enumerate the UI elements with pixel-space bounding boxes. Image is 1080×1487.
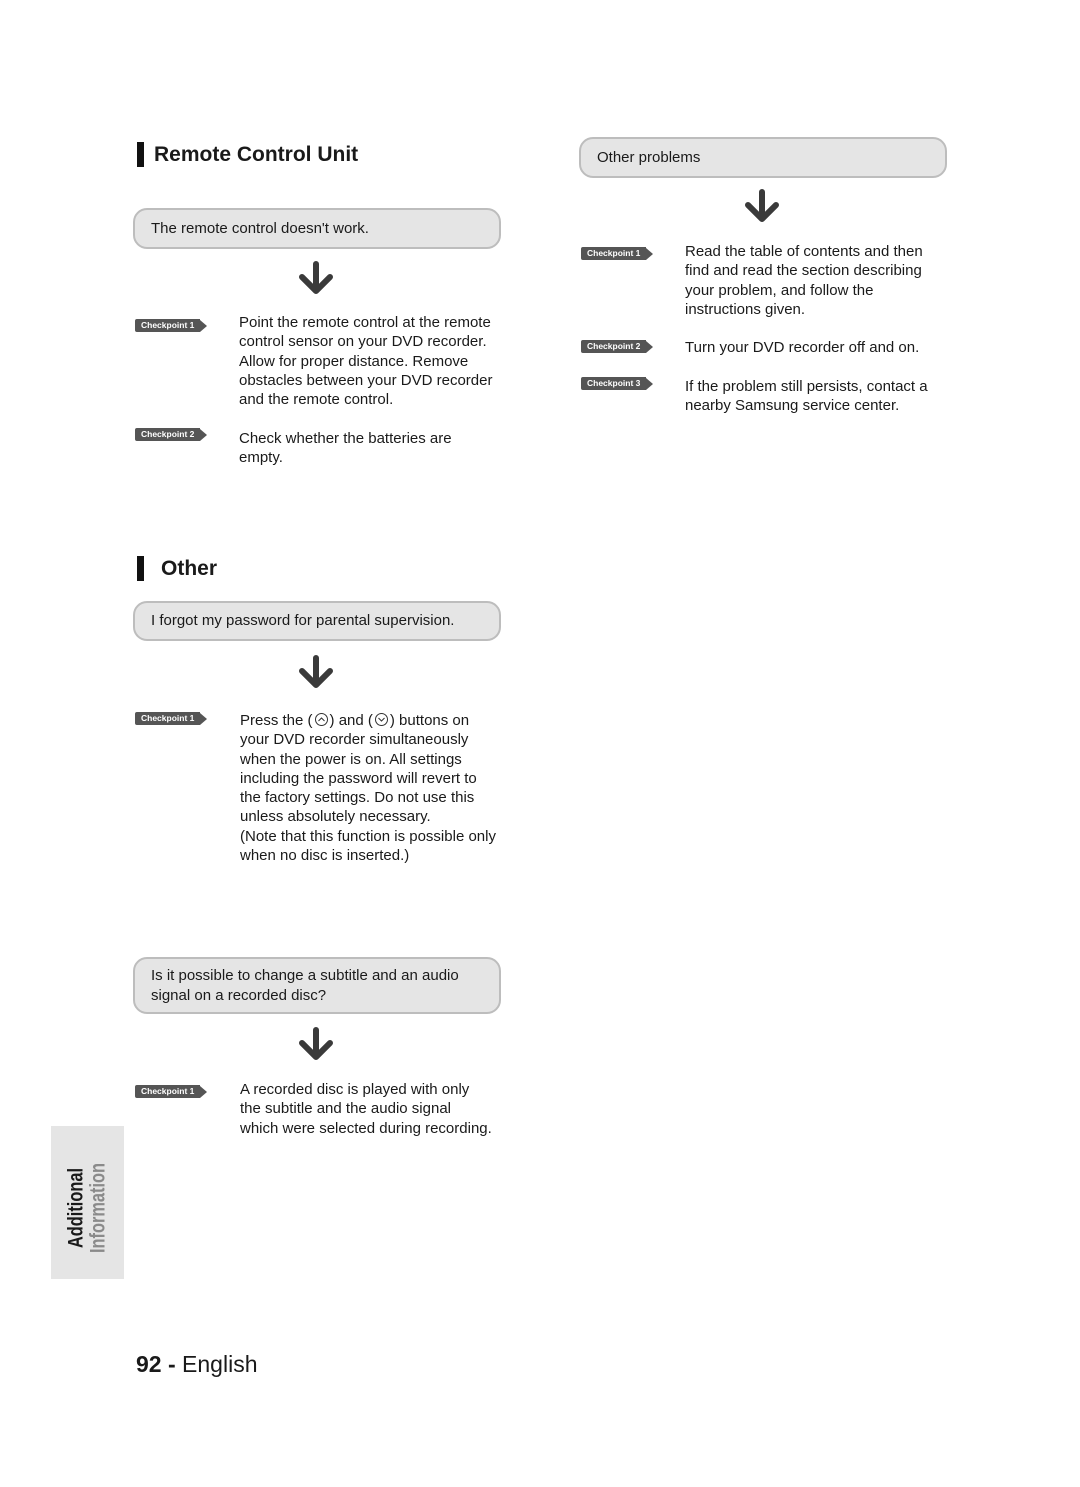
checkpoint-badge: Checkpoint 2 [135,428,208,441]
checkpoint-label: Checkpoint 2 [135,428,201,441]
text-line: Read the table of contents and then [685,243,923,260]
page-number: 92 [136,1351,162,1377]
checkpoint-label: Checkpoint 1 [135,1085,201,1098]
problem-box-other-problems: Other problems [579,137,947,178]
text-fragment: ) buttons on [389,712,470,729]
checkpoint-badge: Checkpoint 1 [135,319,208,332]
problem-text: I forgot my password for parental superv… [151,612,455,630]
problem-text: Other problems [597,148,701,166]
section-title-other: Other [137,556,217,581]
text-line: including the password will revert to [240,769,477,787]
badge-arrow-tip [646,377,654,390]
text-line: A recorded disc is played with only [240,1081,470,1098]
text-line: Turn your DVD recorder off and on. [685,339,920,356]
text-fragment: Press the ( [240,712,313,729]
checkpoint-text: If the problem still persists, contact a… [685,377,928,416]
checkpoint-badge: Checkpoint 2 [581,340,654,353]
chapter-label: Additional Information [64,1132,110,1285]
chapter-label-line2: Information [86,1162,110,1254]
text-line: control sensor on your DVD recorder. [239,333,487,351]
section-title-text: Other [161,556,218,580]
page-footer: 92 - English [136,1350,257,1378]
text-line: which were selected during recording. [240,1119,492,1137]
checkpoint-badge: Checkpoint 3 [581,377,654,390]
chapter-side-tab: Additional Information [51,1126,124,1279]
checkpoint-label: Checkpoint 1 [581,247,647,260]
chapter-label-line1: Additional [64,1167,88,1249]
badge-arrow-tip [646,340,654,353]
section-marker [137,556,144,581]
text-line: when no disc is inserted.) [240,847,410,865]
text-line: and the remote control. [239,391,394,409]
arrow-down-icon [299,655,333,688]
up-button-icon [314,713,328,726]
badge-arrow-tip [200,1085,208,1098]
problem-box-remote: The remote control doesn't work. [133,208,501,249]
section-title-remote-control: Remote Control Unit [137,142,358,167]
checkpoint-text: Turn your DVD recorder off and on. [685,338,919,357]
badge-arrow-tip [200,428,208,441]
badge-arrow-tip [200,319,208,332]
text-line: your DVD recorder simultaneously [240,731,469,749]
page-language: English [182,1351,258,1377]
problem-box-password: I forgot my password for parental superv… [133,601,501,641]
text-line: If the problem still persists, contact a [685,378,928,395]
text-line: instructions given. [685,300,806,318]
problem-text: Is it possible to change a subtitle and … [151,966,459,1005]
text-line: obstacles between your DVD recorder [239,371,493,389]
arrow-down-icon [299,1027,333,1060]
problem-box-subtitle: Is it possible to change a subtitle and … [133,957,501,1014]
text-line: empty. [239,449,283,467]
text-line: nearby Samsung service center. [685,397,900,415]
checkpoint-label: Checkpoint 1 [135,712,201,725]
text-line: your problem, and follow the [685,281,874,299]
arrow-down-icon [745,189,779,222]
checkpoint-label: Checkpoint 1 [135,319,201,332]
text-line: Check whether the batteries are [239,430,452,447]
checkpoint-text: Check whether the batteries are empty. [239,429,452,468]
badge-arrow-tip [200,712,208,725]
checkpoint-label: Checkpoint 2 [581,340,647,353]
text-line: Is it possible to change a subtitle and … [151,967,459,984]
section-marker [137,142,144,167]
text-line: Point the remote control at the remote [239,314,491,331]
text-line: Allow for proper distance. Remove [239,352,469,370]
arrow-down-icon [299,261,333,294]
section-title-text: Remote Control Unit [154,142,359,166]
checkpoint-text: Read the table of contents and then find… [685,242,923,319]
checkpoint-badge: Checkpoint 1 [135,1085,208,1098]
text-line: the factory settings. Do not use this [240,789,475,807]
text-line: Press the ( ) and ( ) buttons on [240,711,496,730]
text-fragment: ) and ( [329,712,373,729]
checkpoint-badge: Checkpoint 1 [135,712,208,725]
checkpoint-text: Point the remote control at the remote c… [239,313,492,409]
page-separator: - [161,1351,183,1377]
down-button-icon [374,713,388,726]
text-line: unless absolutely necessary. [240,808,431,826]
text-line: the subtitle and the audio signal [240,1100,451,1118]
problem-text: The remote control doesn't work. [151,219,369,237]
checkpoint-label: Checkpoint 3 [581,377,647,390]
text-line: (Note that this function is possible onl… [240,827,496,845]
checkpoint-badge: Checkpoint 1 [581,247,654,260]
badge-arrow-tip [646,247,654,260]
text-line: find and read the section describing [685,262,922,280]
text-line: when the power is on. All settings [240,750,462,768]
text-line: signal on a recorded disc? [151,986,327,1004]
checkpoint-text: A recorded disc is played with only the … [240,1080,492,1138]
checkpoint-text: Press the ( ) and ( ) buttons on your DVD … [240,711,496,865]
